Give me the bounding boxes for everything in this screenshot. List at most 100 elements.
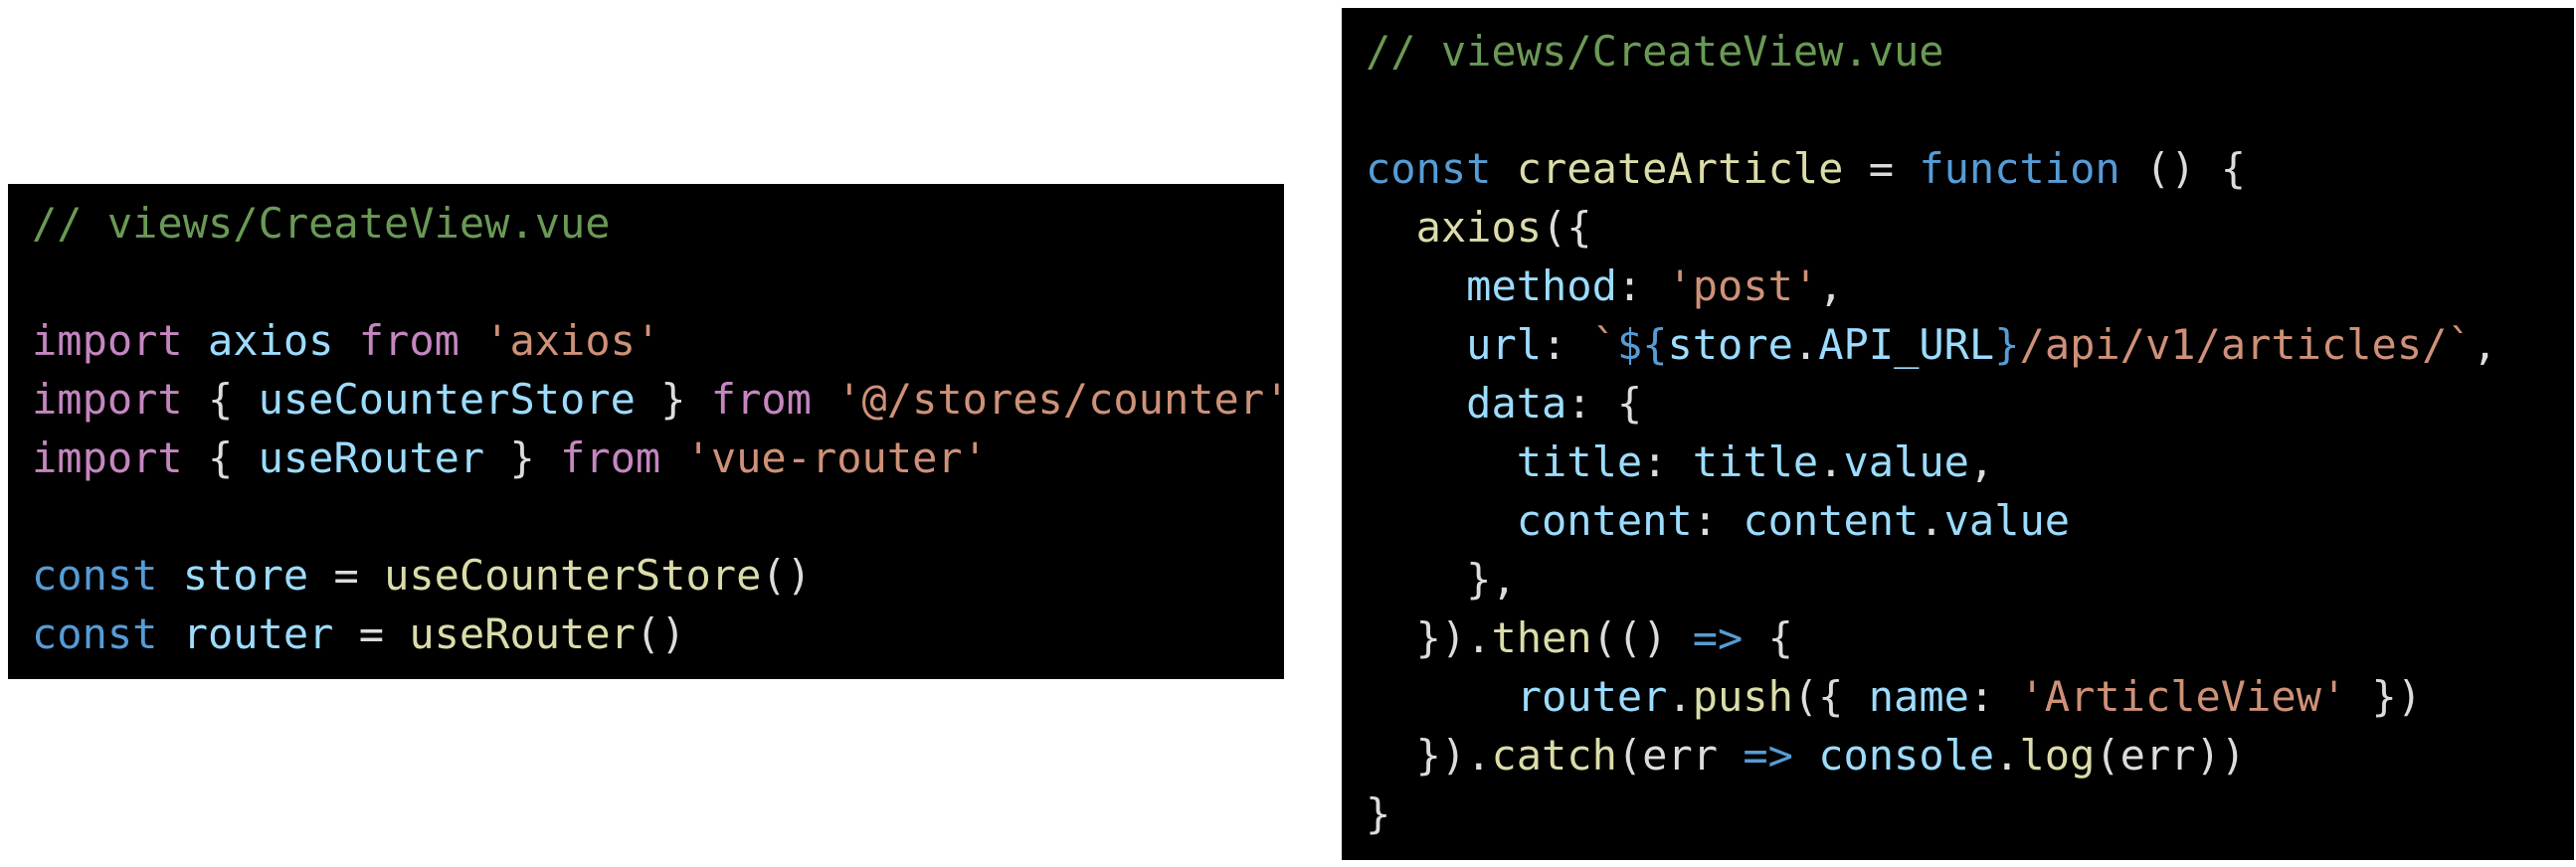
code-comment: // views/CreateView.vue bbox=[1366, 27, 1944, 76]
dot: . bbox=[1792, 320, 1819, 369]
chain-close: }). bbox=[1415, 731, 1492, 780]
code-comment: // views/CreateView.vue bbox=[32, 199, 611, 248]
keyword-const: const bbox=[32, 609, 158, 658]
code-line-content: content: content.value bbox=[1366, 491, 2574, 550]
identifier-title: title bbox=[1692, 437, 1819, 486]
brace-close: } bbox=[1366, 789, 1391, 838]
code-line-import-axios: import axios from 'axios' bbox=[32, 311, 1284, 370]
keyword-from: from bbox=[560, 434, 661, 482]
property-value: value bbox=[1943, 496, 2071, 545]
code-line-import-router: import { useRouter } from 'vue-router' bbox=[32, 429, 1284, 487]
keyword-import: import bbox=[32, 375, 183, 424]
params-open: () { bbox=[2144, 144, 2247, 193]
key-url: url bbox=[1466, 320, 1543, 369]
identifier-axios: axios bbox=[208, 316, 334, 365]
operator-equals: = bbox=[358, 609, 385, 658]
identifier-console: console bbox=[1818, 731, 1995, 780]
code-line-function-decl: const createArticle = function () { bbox=[1366, 139, 2574, 198]
code-line-const-router: const router = useRouter() bbox=[32, 605, 1284, 663]
keyword-from: from bbox=[358, 316, 460, 365]
code-line-comment: // views/CreateView.vue bbox=[32, 194, 1284, 253]
string-axios: 'axios' bbox=[484, 316, 661, 365]
colon: : bbox=[1642, 437, 1668, 486]
brace-open: { bbox=[1767, 613, 1793, 662]
keyword-import: import bbox=[32, 434, 183, 482]
string-vue-router: 'vue-router' bbox=[685, 434, 988, 482]
interpolation-open: ${ bbox=[1616, 320, 1668, 369]
arrow-params: (() bbox=[1591, 613, 1668, 662]
dot: . bbox=[1919, 496, 1944, 545]
identifier-store: store bbox=[182, 551, 309, 600]
keyword-import: import bbox=[32, 316, 183, 365]
interpolation-close: } bbox=[1994, 320, 2020, 369]
identifier-store: store bbox=[1667, 320, 1793, 369]
key-content: content bbox=[1516, 496, 1693, 545]
call-push: push bbox=[1692, 672, 1793, 721]
operator-equals: = bbox=[1868, 144, 1895, 193]
key-title: title bbox=[1516, 437, 1643, 486]
identifier-use-router: useRouter bbox=[258, 434, 485, 482]
parens: () bbox=[761, 551, 812, 600]
call-use-router: useRouter bbox=[409, 609, 636, 658]
call-log: log bbox=[2019, 731, 2096, 780]
template-tick: ` bbox=[1591, 320, 1617, 369]
comma: , bbox=[1818, 261, 1844, 310]
brace-close: } bbox=[509, 434, 535, 482]
brace-open: { bbox=[1616, 379, 1643, 428]
chain-close: }). bbox=[1415, 613, 1492, 662]
dot: . bbox=[1818, 437, 1844, 486]
identifier-content: content bbox=[1743, 496, 1920, 545]
code-line-then: }).then(() => { bbox=[1366, 608, 2574, 667]
code-line-router-push: router.push({ name: 'ArticleView' }) bbox=[1366, 667, 2574, 726]
arrow-params: (err bbox=[1616, 731, 1719, 780]
identifier-router: router bbox=[182, 609, 334, 658]
call-use-counter-store: useCounterStore bbox=[384, 551, 762, 600]
colon: : bbox=[1616, 261, 1643, 310]
code-line-comment: // views/CreateView.vue bbox=[1366, 22, 2574, 81]
identifier-use-counter-store: useCounterStore bbox=[258, 375, 636, 424]
colon: : bbox=[1692, 496, 1719, 545]
code-line-method: method: 'post', bbox=[1366, 257, 2574, 315]
code-block-create-article: // views/CreateView.vue const createArtic… bbox=[1342, 8, 2574, 860]
string-stores-counter: '@/stores/counter' bbox=[836, 375, 1290, 424]
key-data: data bbox=[1466, 379, 1567, 428]
operator-equals: = bbox=[333, 551, 359, 600]
string-article-view: 'ArticleView' bbox=[2019, 672, 2347, 721]
property-api-url: API_URL bbox=[1818, 320, 1995, 369]
keyword-from: from bbox=[710, 375, 812, 424]
string-url-path: /api/v1/articles/` bbox=[2019, 320, 2473, 369]
object-close: }) bbox=[2371, 672, 2423, 721]
object-open: ({ bbox=[1792, 672, 1844, 721]
code-line-const-store: const store = useCounterStore() bbox=[32, 546, 1284, 605]
parens: () bbox=[635, 609, 686, 658]
property-value: value bbox=[1843, 437, 1969, 486]
code-line-data-close: }, bbox=[1366, 550, 2574, 608]
brace-open: { bbox=[208, 375, 234, 424]
code-line-title: title: title.value, bbox=[1366, 433, 2574, 491]
arrow-operator: => bbox=[1692, 613, 1744, 662]
comma: , bbox=[2472, 320, 2497, 369]
brace-open: { bbox=[208, 434, 234, 482]
colon: : bbox=[1566, 379, 1592, 428]
comma: , bbox=[1968, 437, 1995, 486]
dot: . bbox=[1667, 672, 1693, 721]
call-then: then bbox=[1491, 613, 1592, 662]
keyword-function: function bbox=[1919, 144, 2120, 193]
code-line-data: data: { bbox=[1366, 374, 2574, 433]
code-line-catch: }).catch(err => console.log(err)) bbox=[1366, 726, 2574, 784]
identifier-create-article: createArticle bbox=[1516, 144, 1844, 193]
object-open: ({ bbox=[1542, 203, 1592, 252]
call-catch: catch bbox=[1491, 731, 1617, 780]
code-line-url: url: `${store.API_URL}/api/v1/articles/`… bbox=[1366, 315, 2574, 374]
string-post: 'post' bbox=[1667, 261, 1819, 310]
colon: : bbox=[1968, 672, 1995, 721]
code-line-axios-call: axios({ bbox=[1366, 198, 2574, 257]
dot: . bbox=[1994, 731, 2020, 780]
code-line-import-counter-store: import { useCounterStore } from '@/store… bbox=[32, 370, 1289, 429]
keyword-const: const bbox=[32, 551, 158, 600]
keyword-const: const bbox=[1366, 144, 1492, 193]
arrow-operator: => bbox=[1743, 731, 1793, 780]
code-line-function-close: } bbox=[1366, 784, 2574, 843]
